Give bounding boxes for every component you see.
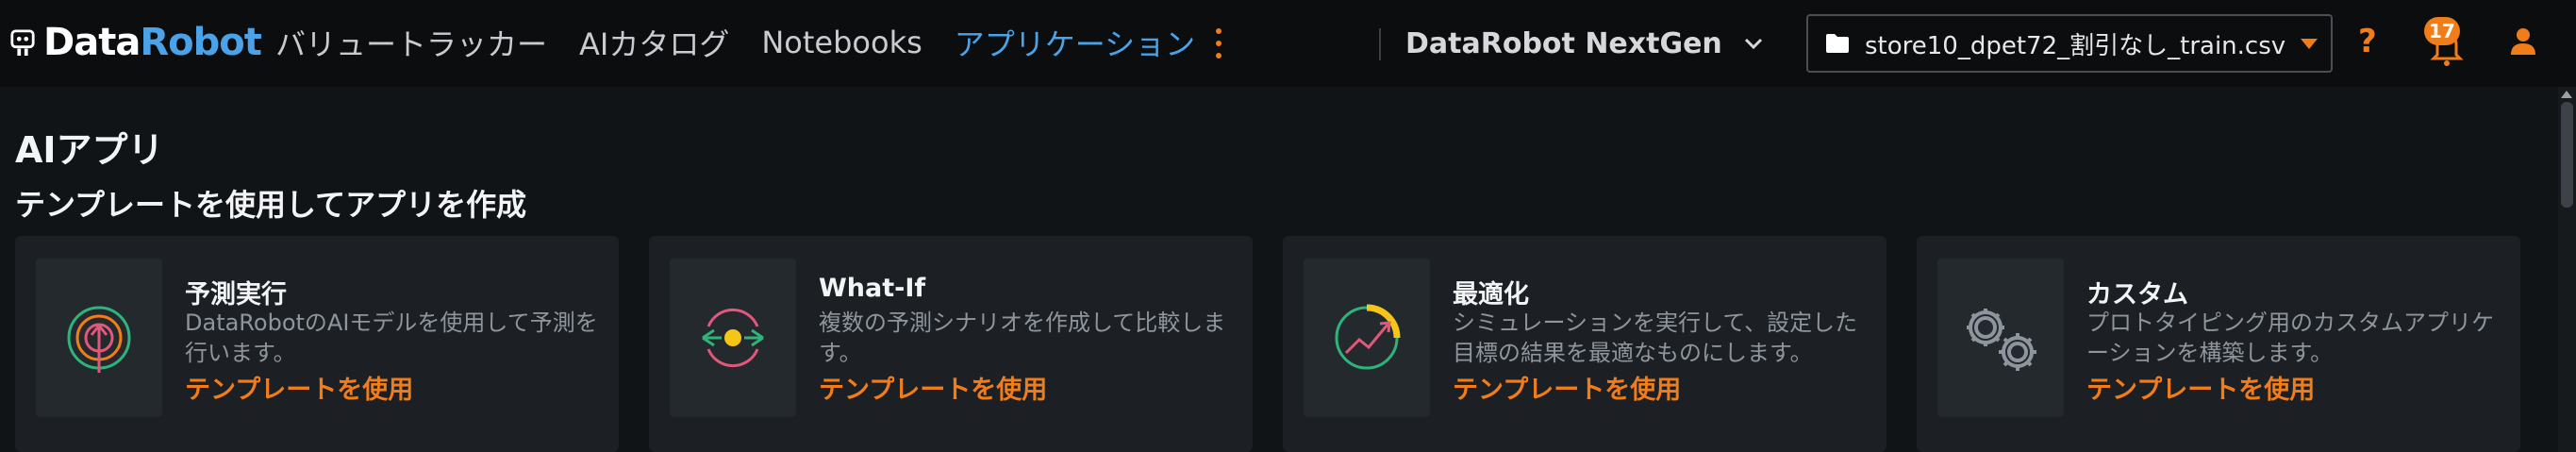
user-icon[interactable] [2509, 26, 2537, 57]
card-icon-box [1937, 259, 2064, 417]
card-description: プロトタイピング用のカスタムアプリケーションを構築します。 [2086, 310, 2494, 366]
target-arrow-icon [67, 306, 131, 373]
optimize-chart-icon [1335, 304, 1401, 370]
notifications-button[interactable]: 17 [2420, 17, 2468, 70]
logo-text-data: Data [43, 21, 141, 64]
app-template-card-what-if[interactable]: What-If 複数の予測シナリオを作成して比較します。 テンプレートを使用 [649, 236, 1253, 452]
app-template-card-predict[interactable]: 予測実行 DataRobotのAIモデルを使用して予測を行います。 テンプレート… [15, 236, 619, 452]
main-nav: バリュートラッカー AIカタログ Notebooks アプリケーション [275, 21, 1195, 64]
card-icon-box [670, 259, 796, 417]
card-title: 予測実行 [185, 280, 287, 310]
section-subtitle: テンプレートを使用してアプリを作成 [15, 187, 527, 223]
use-template-link[interactable]: テンプレートを使用 [2086, 369, 2315, 406]
card-description: DataRobotのAIモデルを使用して予測を行います。 [185, 310, 598, 366]
card-icon-box [36, 259, 162, 417]
scrollbar-thumb[interactable] [2561, 102, 2573, 208]
page-title: AIアプリ [15, 129, 164, 171]
dataset-select-value: store10_dpet72_割引なし_train.csv [1865, 31, 2286, 60]
workspace-switcher[interactable]: DataRobot NextGen [1405, 25, 1764, 62]
scroll-up-arrow-icon[interactable] [2561, 91, 2572, 98]
app-template-card-custom[interactable]: カスタム プロトタイピング用のカスタムアプリケーションを構築します。 テンプレー… [1917, 236, 2520, 452]
more-menu-icon[interactable] [1213, 28, 1224, 59]
chevron-down-icon [1744, 38, 1762, 50]
datarobot-logo[interactable]: DataRobot [9, 21, 262, 64]
dataset-select[interactable]: store10_dpet72_割引なし_train.csv [1806, 14, 2333, 73]
folder-icon [1826, 34, 1849, 53]
dropdown-caret-icon [2301, 39, 2318, 49]
nav-notebooks[interactable]: Notebooks [761, 25, 922, 60]
card-title: カスタム [2086, 280, 2188, 310]
question-icon[interactable]: ? [2358, 23, 2377, 60]
card-title: 最適化 [1453, 280, 1529, 310]
scenario-cycle-icon [702, 308, 764, 368]
vertical-scrollbar[interactable] [2558, 87, 2576, 452]
use-template-link[interactable]: テンプレートを使用 [1453, 369, 1681, 406]
nav-value-tracker[interactable]: バリュートラッカー [275, 21, 547, 64]
use-template-link[interactable]: テンプレートを使用 [185, 369, 413, 406]
gears-icon [1967, 309, 2036, 371]
card-description: シミュレーションを実行して、設定した目標の結果を最適なものにします。 [1453, 310, 1858, 366]
notification-count-badge: 17 [2424, 17, 2460, 45]
nav-ai-catalog[interactable]: AIカタログ [579, 21, 729, 64]
logo-text-robot: Robot [140, 21, 262, 64]
main-content: AIアプリ テンプレートを使用してアプリを作成 予測実行 DataRobotのA… [0, 87, 2558, 452]
app-template-card-optimize[interactable]: 最適化 シミュレーションを実行して、設定した目標の結果を最適なものにします。 テ… [1283, 236, 1886, 452]
workspace-name: DataRobot NextGen [1405, 26, 1722, 60]
use-template-link[interactable]: テンプレートを使用 [819, 369, 1047, 406]
nav-applications[interactable]: アプリケーション [955, 21, 1195, 64]
card-title: What-If [819, 274, 926, 303]
card-icon-box [1304, 259, 1430, 417]
nav-divider [1379, 28, 1381, 60]
robot-logo-icon [10, 29, 35, 56]
top-navigation-bar: DataRobot バリュートラッカー AIカタログ Notebooks アプリ… [0, 0, 2576, 87]
card-description: 複数の予測シナリオを作成して比較します。 [819, 310, 1226, 366]
